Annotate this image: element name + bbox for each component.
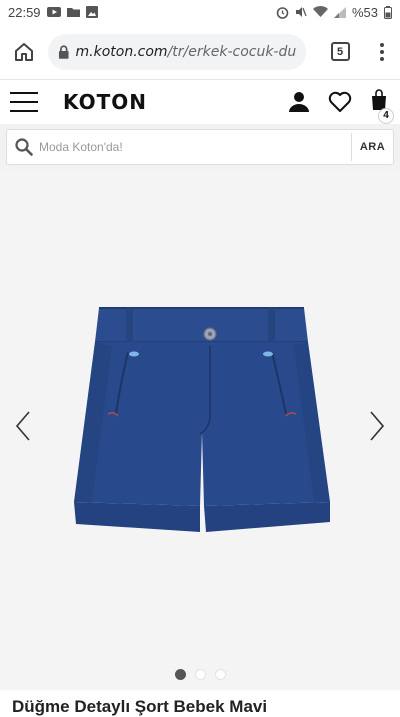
search-icon bbox=[15, 138, 33, 156]
battery-percent: %53 bbox=[351, 4, 378, 20]
product-image-shorts bbox=[74, 307, 330, 532]
hamburger-line bbox=[10, 92, 38, 94]
menu-button[interactable] bbox=[10, 92, 38, 112]
cart-count-badge: 4 bbox=[378, 107, 394, 124]
search-bar: ARA bbox=[0, 124, 400, 170]
alarm-icon bbox=[276, 6, 289, 19]
gallery-dot[interactable] bbox=[174, 669, 186, 680]
youtube-icon bbox=[46, 7, 61, 17]
product-image-gallery[interactable] bbox=[0, 170, 400, 690]
hamburger-line bbox=[10, 101, 38, 103]
browser-toolbar: m.koton.com/tr/erkek-cocuk-dug 5 bbox=[0, 24, 400, 80]
account-icon[interactable] bbox=[288, 91, 310, 113]
gallery-dot[interactable] bbox=[214, 669, 226, 680]
tab-switcher-button[interactable]: 5 bbox=[316, 28, 364, 76]
product-title: Düğme Detaylı Şort Bebek Mavi bbox=[12, 697, 268, 716]
battery-icon bbox=[384, 5, 392, 19]
image-icon bbox=[85, 6, 98, 18]
search-input[interactable] bbox=[39, 140, 351, 154]
home-icon bbox=[15, 42, 33, 61]
chevron-right-icon bbox=[370, 411, 385, 441]
gallery-prev-button[interactable] bbox=[11, 408, 35, 444]
search-submit-button[interactable]: ARA bbox=[351, 133, 393, 161]
url-domain: m.koton.com bbox=[75, 43, 168, 60]
koton-logo[interactable]: KOTON bbox=[63, 90, 147, 114]
more-vertical-icon bbox=[380, 42, 384, 61]
wishlist-heart-icon[interactable] bbox=[328, 91, 352, 113]
gallery-pagination bbox=[0, 669, 400, 680]
url-text: m.koton.com/tr/erkek-cocuk-dug bbox=[76, 44, 296, 60]
status-time: 22:59 bbox=[8, 4, 41, 20]
folder-icon bbox=[66, 8, 80, 17]
gallery-next-button[interactable] bbox=[365, 408, 389, 444]
android-status-bar: 22:59 %53 bbox=[0, 0, 400, 24]
site-header: KOTON 4 bbox=[0, 80, 400, 124]
cart-button[interactable]: 4 bbox=[370, 88, 394, 124]
mute-icon bbox=[295, 7, 307, 17]
address-bar[interactable]: m.koton.com/tr/erkek-cocuk-dug bbox=[48, 33, 306, 70]
signal-icon bbox=[333, 6, 346, 18]
url-path: /tr/erkek-cocuk-dug bbox=[167, 43, 296, 60]
search-box: ARA bbox=[6, 129, 394, 165]
home-button[interactable] bbox=[0, 28, 48, 76]
lock-icon bbox=[58, 44, 69, 59]
hamburger-line bbox=[10, 110, 38, 112]
wifi-icon bbox=[312, 6, 328, 17]
chevron-left-icon bbox=[15, 411, 30, 441]
gallery-dot[interactable] bbox=[194, 669, 206, 680]
tab-count: 5 bbox=[330, 42, 350, 61]
browser-menu-button[interactable] bbox=[364, 28, 400, 76]
